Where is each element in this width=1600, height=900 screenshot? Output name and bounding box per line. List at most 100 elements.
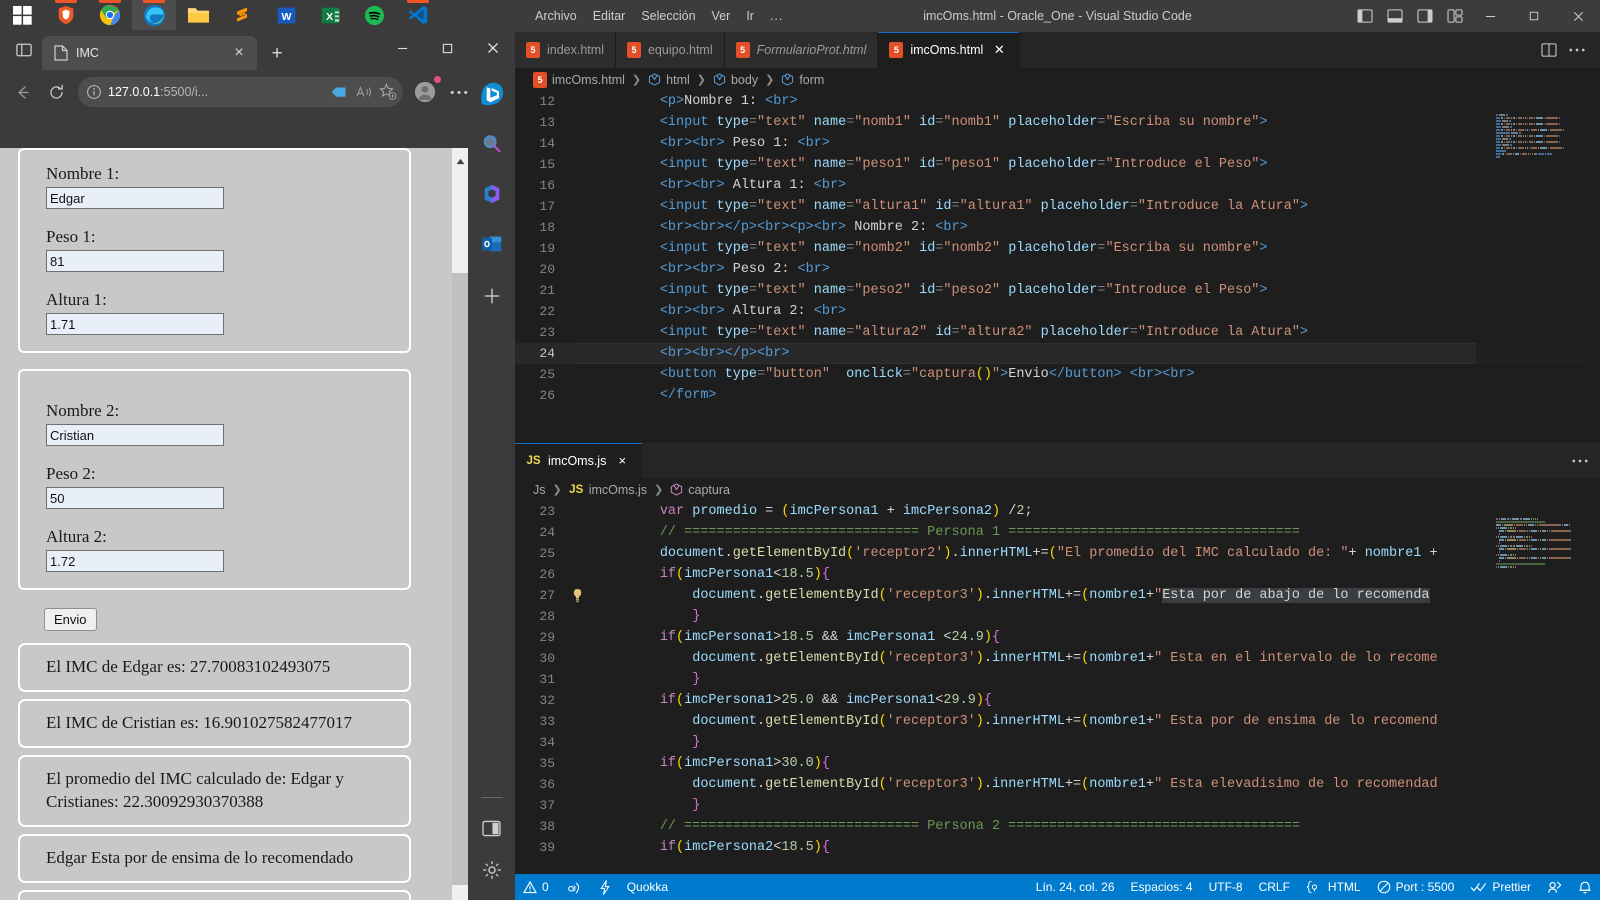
status-encoding[interactable]: UTF-8: [1201, 874, 1251, 900]
menu-more-icon[interactable]: ...: [762, 5, 791, 27]
code-line[interactable]: 39 if(imcPersona2<18.5){: [515, 837, 1600, 858]
start-button[interactable]: [0, 0, 44, 30]
js-minimap[interactable]: [1476, 501, 1586, 861]
maximize-window-button[interactable]: [425, 30, 470, 66]
code-line[interactable]: 32 if(imcPersona1>25.0 && imcPersona1<29…: [515, 690, 1600, 711]
editor-tab-index-html[interactable]: 5 index.html: [515, 32, 616, 68]
html-minimap[interactable]: [1476, 91, 1586, 439]
close-editor-tab-icon[interactable]: ×: [613, 452, 631, 470]
code-line[interactable]: 19 <input type="text" name="nomb2" id="n…: [515, 238, 1600, 259]
input-altura-1[interactable]: 1.71: [46, 313, 224, 335]
status-lightning[interactable]: [591, 874, 619, 900]
page-scrollbar-thumb[interactable]: [452, 273, 468, 885]
status-language-mode[interactable]: HTML: [1298, 874, 1369, 900]
toggle-primary-sidebar-icon[interactable]: [1352, 3, 1378, 29]
add-sidebar-app-icon[interactable]: [476, 280, 508, 312]
code-line[interactable]: 20 <br><br> Peso 2: <br>: [515, 259, 1600, 280]
back-button[interactable]: [6, 76, 38, 108]
code-line[interactable]: 23 var promedio = (imcPersona1 + imcPers…: [515, 501, 1600, 522]
close-window-button[interactable]: [470, 30, 515, 66]
taskbar-word-icon[interactable]: W: [264, 0, 308, 30]
bing-chat-icon[interactable]: [476, 78, 508, 110]
address-bar[interactable]: 127.0.0.1:5500/i...: [78, 77, 403, 107]
menu-seleccion[interactable]: Selección: [633, 5, 703, 27]
editor-tab-equipo-html[interactable]: 5 equipo.html: [615, 32, 725, 68]
html-editor[interactable]: 12 <p>Nombre 1: <br> 13 <input type="text…: [515, 91, 1600, 439]
code-line[interactable]: 33 document.getElementById('receptor3').…: [515, 711, 1600, 732]
status-port[interactable]: Port : 5500: [1369, 874, 1463, 900]
code-line[interactable]: 23 <input type="text" name="altura2" id=…: [515, 322, 1600, 343]
code-line[interactable]: 24 // ============================= Pers…: [515, 522, 1600, 543]
input-nombre-1[interactable]: Edgar: [46, 187, 224, 209]
code-line[interactable]: 30 document.getElementById('receptor3').…: [515, 648, 1600, 669]
breadcrumb-folder-js[interactable]: Js: [533, 483, 546, 497]
code-line[interactable]: 22 <br><br> Altura 2: <br>: [515, 301, 1600, 322]
code-line[interactable]: 36 document.getElementById('receptor3').…: [515, 774, 1600, 795]
info-icon[interactable]: [86, 84, 102, 100]
menu-archivo[interactable]: Archivo: [527, 5, 585, 27]
microsoft365-icon[interactable]: [476, 178, 508, 210]
input-peso-1[interactable]: 81: [46, 250, 224, 272]
tab-actions-icon[interactable]: [6, 30, 42, 70]
status-notifications-bell-icon[interactable]: [1570, 874, 1600, 900]
code-line[interactable]: 29 if(imcPersona1>18.5 && imcPersona1 <2…: [515, 627, 1600, 648]
html-code-lines[interactable]: 12 <p>Nombre 1: <br> 13 <input type="text…: [515, 91, 1600, 406]
taskbar-edge-icon[interactable]: [132, 0, 176, 30]
settings-gear-icon[interactable]: [476, 854, 508, 886]
code-line[interactable]: 17 <input type="text" name="altura1" id=…: [515, 196, 1600, 217]
code-line[interactable]: 25 document.getElementById('receptor2').…: [515, 543, 1600, 564]
code-line[interactable]: 26 </form>: [515, 385, 1600, 406]
taskbar-chrome-icon[interactable]: [88, 0, 132, 30]
code-line[interactable]: 35 if(imcPersona1>30.0){: [515, 753, 1600, 774]
status-go-live[interactable]: [557, 874, 591, 900]
search-icon[interactable]: [476, 128, 508, 160]
breadcrumb-body[interactable]: body: [731, 73, 758, 87]
input-peso-2[interactable]: 50: [46, 487, 224, 509]
browser-tab[interactable]: IMC ×: [42, 36, 257, 70]
taskbar-file-explorer-icon[interactable]: [176, 0, 220, 30]
input-nombre-2[interactable]: Cristian: [46, 424, 224, 446]
code-line[interactable]: 15 <input type="text" name="peso1" id="p…: [515, 154, 1600, 175]
status-quokka[interactable]: Quokka: [619, 874, 676, 900]
code-line[interactable]: 12 <p>Nombre 1: <br>: [515, 91, 1600, 112]
toggle-panel-icon[interactable]: [1382, 3, 1408, 29]
breadcrumb-function-captura[interactable]: captura: [688, 483, 730, 497]
code-line[interactable]: 24 <br><br></p><br>: [515, 343, 1600, 364]
status-cursor-position[interactable]: Lín. 24, col. 26: [1028, 874, 1123, 900]
scroll-up-arrow-icon[interactable]: [452, 148, 468, 165]
profile-avatar[interactable]: [409, 75, 442, 108]
code-line[interactable]: 16 <br><br> Altura 1: <br>: [515, 175, 1600, 196]
menu-editar[interactable]: Editar: [585, 5, 634, 27]
code-line[interactable]: 13 <input type="text" name="nomb1" id="n…: [515, 112, 1600, 133]
code-action-lightbulb-icon[interactable]: [567, 588, 587, 603]
editor-tab-imcoms-js[interactable]: JS imcOms.js ×: [515, 443, 644, 478]
js-editor-actions[interactable]: [1572, 443, 1600, 478]
vscode-minimize-button[interactable]: [1468, 0, 1512, 32]
read-aloud-icon[interactable]: [355, 84, 373, 100]
breadcrumb-html[interactable]: html: [666, 73, 690, 87]
js-editor[interactable]: 23 var promedio = (imcPersona1 + imcPers…: [515, 501, 1600, 861]
taskbar-brave-icon[interactable]: [44, 0, 88, 30]
customize-layout-icon[interactable]: [1442, 3, 1468, 29]
code-line[interactable]: 28 }: [515, 606, 1600, 627]
taskbar-excel-icon[interactable]: X: [308, 0, 352, 30]
status-eol[interactable]: CRLF: [1251, 874, 1298, 900]
vscode-maximize-button[interactable]: [1512, 0, 1556, 32]
page-scrollbar[interactable]: [452, 148, 468, 900]
outlook-icon[interactable]: [476, 228, 508, 260]
input-altura-2[interactable]: 1.72: [46, 550, 224, 572]
minimize-window-button[interactable]: [380, 30, 425, 66]
vscode-close-button[interactable]: [1556, 0, 1600, 32]
code-line[interactable]: 18 <br><br></p><br><p><br> Nombre 2: <br…: [515, 217, 1600, 238]
toggle-secondary-sidebar-icon[interactable]: [1412, 3, 1438, 29]
editor-more-actions-icon[interactable]: [1564, 37, 1590, 63]
js-editor-scrollbar[interactable]: [1586, 501, 1600, 861]
close-editor-tab-icon[interactable]: ✕: [990, 41, 1008, 59]
code-line[interactable]: 21 <input type="text" name="peso2" id="p…: [515, 280, 1600, 301]
status-prettier[interactable]: Prettier: [1462, 874, 1539, 900]
split-pane-icon[interactable]: [476, 812, 508, 844]
breadcrumb-form[interactable]: form: [799, 73, 824, 87]
code-line[interactable]: 25 <button type="button" onclick="captur…: [515, 364, 1600, 385]
code-line[interactable]: 14 <br><br> Peso 1: <br>: [515, 133, 1600, 154]
envio-button[interactable]: Envio: [44, 608, 97, 631]
